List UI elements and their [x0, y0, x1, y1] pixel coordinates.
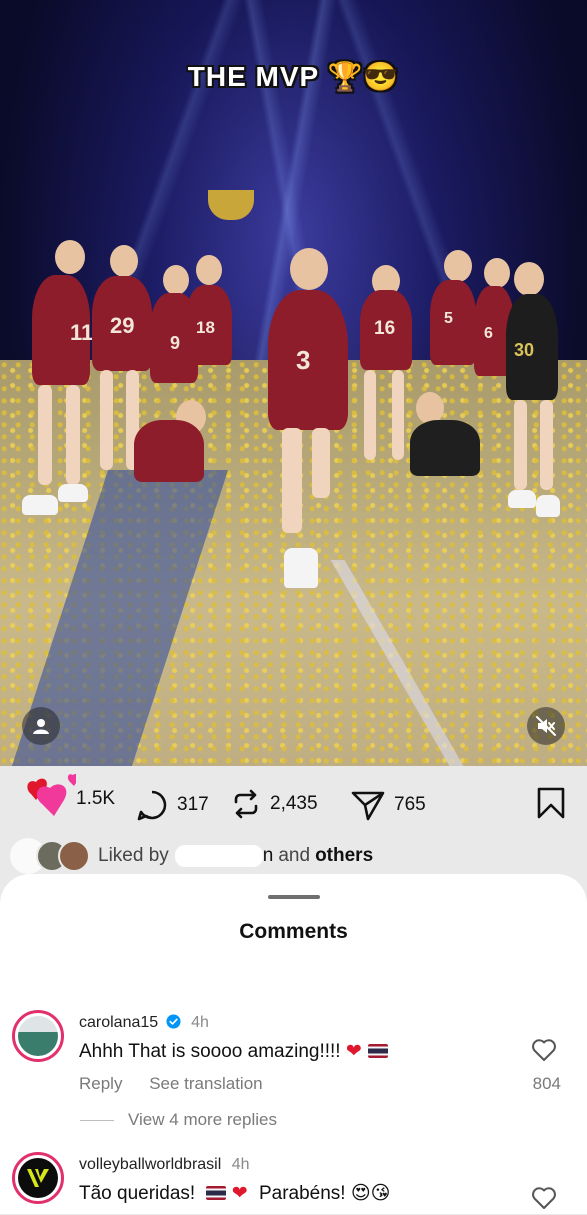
verified-badge-icon	[166, 1014, 181, 1029]
comment-text: Parabéns!	[258, 1183, 346, 1204]
like-button[interactable]: 1.5K	[18, 773, 116, 816]
volleyball-world-logo-icon	[27, 1169, 49, 1187]
jersey-number: 16	[374, 318, 396, 339]
comments-count: 317	[177, 794, 209, 815]
player-head	[514, 262, 544, 296]
comment-text-row: Tão queridas! ❤ Parabéns! 😍😘	[79, 1182, 390, 1205]
sheet-drag-handle[interactable]	[268, 895, 320, 899]
liked-by-prefix: Liked by	[98, 845, 169, 866]
player-leg	[100, 370, 113, 470]
reposts-count: 2,435	[270, 793, 318, 814]
player-shoe	[58, 484, 88, 502]
view-replies-label: View 4 more replies	[128, 1110, 277, 1129]
replies-divider	[80, 1119, 114, 1121]
liked-by-user-suffix[interactable]: n	[263, 845, 274, 867]
redacted-username	[174, 845, 263, 867]
heart-eyes-kiss-emoji-icon: 😍😘	[350, 1183, 391, 1204]
player-head	[163, 265, 189, 295]
jersey-number: 30	[514, 340, 535, 360]
comment-meta: Reply See translation	[79, 1074, 285, 1094]
see-translation-link[interactable]: See translation	[149, 1074, 262, 1093]
reply-link[interactable]: Reply	[79, 1074, 122, 1093]
heart-outline-icon	[532, 1187, 556, 1209]
jersey-number: 9	[170, 333, 181, 353]
mute-button[interactable]	[527, 707, 565, 745]
comment-text: Tão queridas!	[79, 1183, 196, 1204]
repost-button[interactable]: 2,435	[230, 788, 318, 820]
repost-icon	[234, 789, 258, 819]
liker-avatars	[10, 838, 90, 874]
jersey-number: 18	[196, 318, 215, 337]
comment-time: 4h	[191, 1014, 209, 1031]
player-leg	[540, 400, 553, 490]
comment-username[interactable]: volleyballworldbrasil	[79, 1156, 221, 1173]
liked-by-others[interactable]: others	[315, 845, 373, 867]
comment-header: carolana15 4h	[79, 1014, 209, 1032]
player-leg	[392, 370, 404, 460]
player	[430, 280, 476, 365]
jersey-number: 11	[70, 320, 94, 345]
player-head	[484, 258, 510, 288]
reel-video[interactable]: 11 29 9 18 3 16 5 6 30 THE MVP 🏆😎	[0, 0, 587, 766]
player-shoe	[22, 495, 58, 515]
avatar-image	[18, 1016, 58, 1056]
comment-text: Ahhh That is soooo amazing!!!!	[79, 1041, 341, 1062]
speaker-muted-icon	[536, 716, 556, 736]
player-head	[290, 248, 328, 290]
heart-outline-icon	[532, 1039, 556, 1061]
player-leg	[364, 370, 376, 460]
comment-like-button[interactable]	[531, 1038, 557, 1067]
player-shoe	[284, 548, 318, 588]
player	[134, 420, 204, 482]
likes-count: 1.5K	[76, 788, 116, 809]
player-leg	[38, 385, 52, 485]
player-leg	[66, 385, 80, 485]
player-leg	[312, 428, 330, 498]
liked-by-and: and	[278, 845, 311, 866]
player-leg	[282, 428, 302, 533]
view-replies-button[interactable]: View 4 more replies	[80, 1110, 277, 1130]
jersey-number: 5	[444, 310, 453, 327]
avatar[interactable]	[12, 1010, 64, 1062]
red-heart-emoji-icon: ❤	[231, 1183, 248, 1204]
bookmark-icon	[537, 787, 565, 819]
sheet-title: Comments	[239, 920, 348, 943]
shares-count: 765	[394, 794, 426, 815]
player-head	[444, 250, 472, 282]
person-icon	[33, 719, 49, 734]
liked-by-row[interactable]: Liked by n and others	[10, 838, 373, 874]
comment-header: volleyballworldbrasil 4h	[79, 1156, 250, 1174]
thailand-flag-icon	[206, 1186, 227, 1200]
heart-filled-icon	[27, 773, 76, 816]
jersey-number: 6	[484, 325, 493, 342]
save-button[interactable]	[536, 786, 566, 820]
comment-like-count: 804	[532, 1074, 561, 1093]
avatar	[58, 840, 90, 872]
comment-bubble-icon	[137, 790, 167, 821]
comment-button[interactable]: 317	[135, 788, 209, 822]
comment-text-row: Ahhh That is soooo amazing!!!! ❤	[79, 1040, 388, 1063]
tagged-people-button[interactable]	[22, 707, 60, 745]
jersey-number: 29	[110, 313, 135, 338]
red-heart-emoji-icon: ❤	[345, 1041, 362, 1062]
avatar[interactable]	[12, 1152, 64, 1204]
player	[410, 420, 480, 476]
player-head	[110, 245, 138, 277]
comments-sheet: Comments carolana15 4h Ahhh That is sooo…	[0, 874, 587, 1214]
player-leg	[514, 400, 527, 490]
paper-plane-icon	[351, 791, 385, 821]
comment-username[interactable]: carolana15	[79, 1014, 158, 1031]
player-head	[55, 240, 85, 274]
thailand-flag-icon	[367, 1044, 388, 1058]
player-shoe	[536, 495, 560, 517]
avatar-image	[18, 1158, 58, 1198]
comment-time: 4h	[231, 1156, 250, 1173]
player-shoe	[508, 490, 536, 508]
post-action-bar: 1.5K 317 2,435 765	[0, 766, 587, 838]
share-button[interactable]: 765	[350, 788, 426, 822]
jersey-number: 3	[296, 345, 311, 375]
video-caption: THE MVP 🏆😎	[187, 61, 400, 92]
player-head	[196, 255, 222, 285]
comment-like-button[interactable]	[531, 1186, 557, 1215]
